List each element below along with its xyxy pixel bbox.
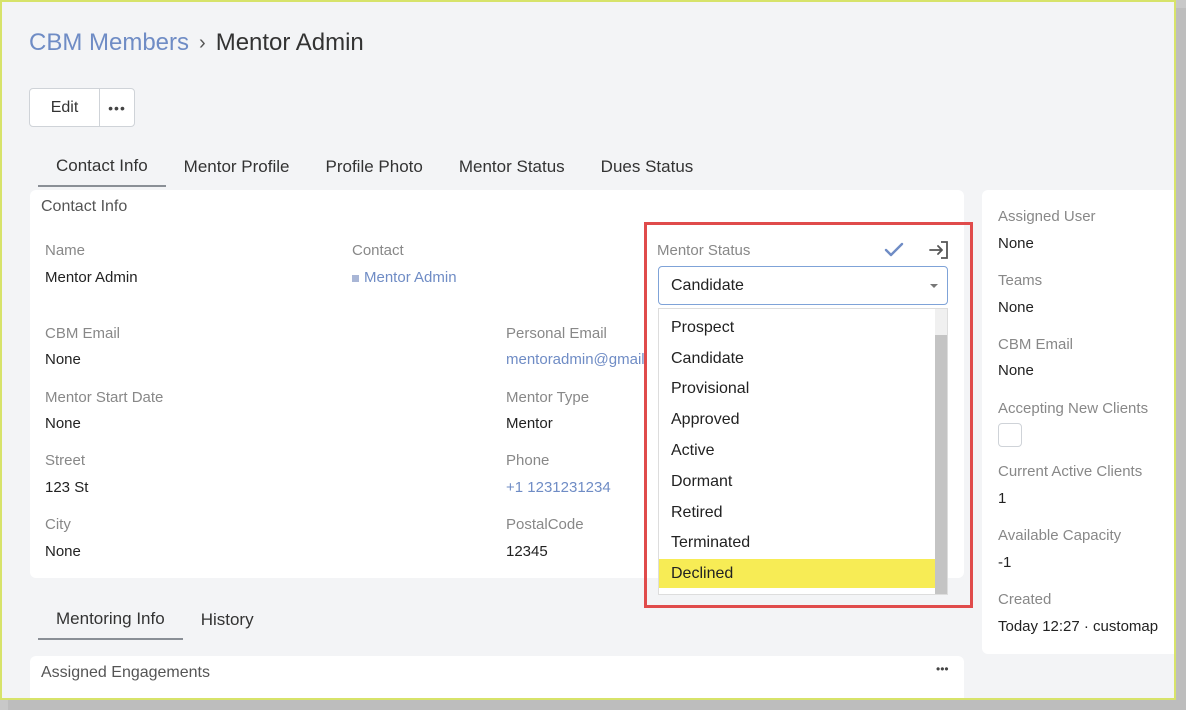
contact-link[interactable]: Mentor Admin xyxy=(352,269,457,286)
edit-button[interactable]: Edit xyxy=(30,89,100,126)
postal-code-value: 12345 xyxy=(506,543,548,560)
app-frame: CBM Members › Mentor Admin Edit ••• Cont… xyxy=(0,0,1176,700)
start-date-value: None xyxy=(45,415,81,432)
page-title: Mentor Admin xyxy=(215,29,364,56)
engagements-title: Assigned Engagements xyxy=(41,664,210,681)
capacity-label: Available Capacity xyxy=(998,527,1122,544)
assigned-user-value: None xyxy=(998,235,1034,252)
mentor-type-label: Mentor Type xyxy=(506,389,590,406)
action-button-group: Edit ••• xyxy=(29,88,135,127)
contact-link-text: Mentor Admin xyxy=(364,269,457,286)
active-clients-value: 1 xyxy=(998,490,1007,507)
street-label: Street xyxy=(45,452,86,469)
phone-link[interactable]: +1 1231231234 xyxy=(506,479,611,496)
created-value: Today 12:27 · customap xyxy=(998,618,1159,635)
personal-email-label: Personal Email xyxy=(506,325,607,342)
tab-dues-status[interactable]: Dues Status xyxy=(583,147,712,187)
street-value: 123 St xyxy=(45,479,89,496)
tab-contact-info[interactable]: Contact Info xyxy=(38,147,166,187)
start-date-label: Mentor Start Date xyxy=(45,389,164,406)
annotation-highlight-box xyxy=(644,222,973,608)
breadcrumb-chevron-icon: › xyxy=(199,31,206,54)
name-value: Mentor Admin xyxy=(45,269,138,286)
teams-value: None xyxy=(998,299,1034,316)
active-clients-label: Current Active Clients xyxy=(998,463,1143,480)
tab-mentor-status[interactable]: Mentor Status xyxy=(441,147,583,187)
accepting-clients-checkbox[interactable] xyxy=(998,423,1022,447)
name-label: Name xyxy=(45,242,86,259)
phone-label: Phone xyxy=(506,452,550,469)
personal-email-link[interactable]: mentoradmin@gmail xyxy=(506,351,645,368)
city-value: None xyxy=(45,543,81,560)
tab-profile-photo[interactable]: Profile Photo xyxy=(308,147,441,187)
breadcrumb: CBM Members › Mentor Admin xyxy=(29,29,364,57)
breadcrumb-parent-link[interactable]: CBM Members xyxy=(29,29,189,57)
mentor-type-value: Mentor xyxy=(506,415,553,432)
contact-label: Contact xyxy=(352,242,404,259)
cbm-email-value: None xyxy=(45,351,81,368)
tab-mentor-profile[interactable]: Mentor Profile xyxy=(166,147,308,187)
teams-label: Teams xyxy=(998,272,1043,289)
cbm-email-label: CBM Email xyxy=(45,325,121,342)
assigned-user-label: Assigned User xyxy=(998,208,1096,225)
assigned-engagements-panel: Assigned Engagements ••• xyxy=(30,656,964,698)
panel-title: Contact Info xyxy=(41,198,128,215)
tab-mentoring-info[interactable]: Mentoring Info xyxy=(38,600,183,640)
record-tabs: Contact Info Mentor Profile Profile Phot… xyxy=(38,147,711,187)
tab-history[interactable]: History xyxy=(183,600,272,640)
accepting-clients-label: Accepting New Clients xyxy=(998,400,1149,417)
side-cbm-email-value: None xyxy=(998,362,1034,379)
created-label: Created xyxy=(998,591,1052,608)
engagements-more-button[interactable]: ••• xyxy=(936,662,949,676)
capacity-value: -1 xyxy=(998,554,1012,571)
city-label: City xyxy=(45,516,71,533)
related-tabs: Mentoring Info History xyxy=(38,600,272,640)
side-panel: Assigned User None Teams None CBM Email … xyxy=(982,190,1174,654)
contact-square-icon xyxy=(352,274,359,282)
side-cbm-email-label: CBM Email xyxy=(998,336,1074,353)
postal-code-label: PostalCode xyxy=(506,516,584,533)
more-actions-button[interactable]: ••• xyxy=(100,89,134,126)
